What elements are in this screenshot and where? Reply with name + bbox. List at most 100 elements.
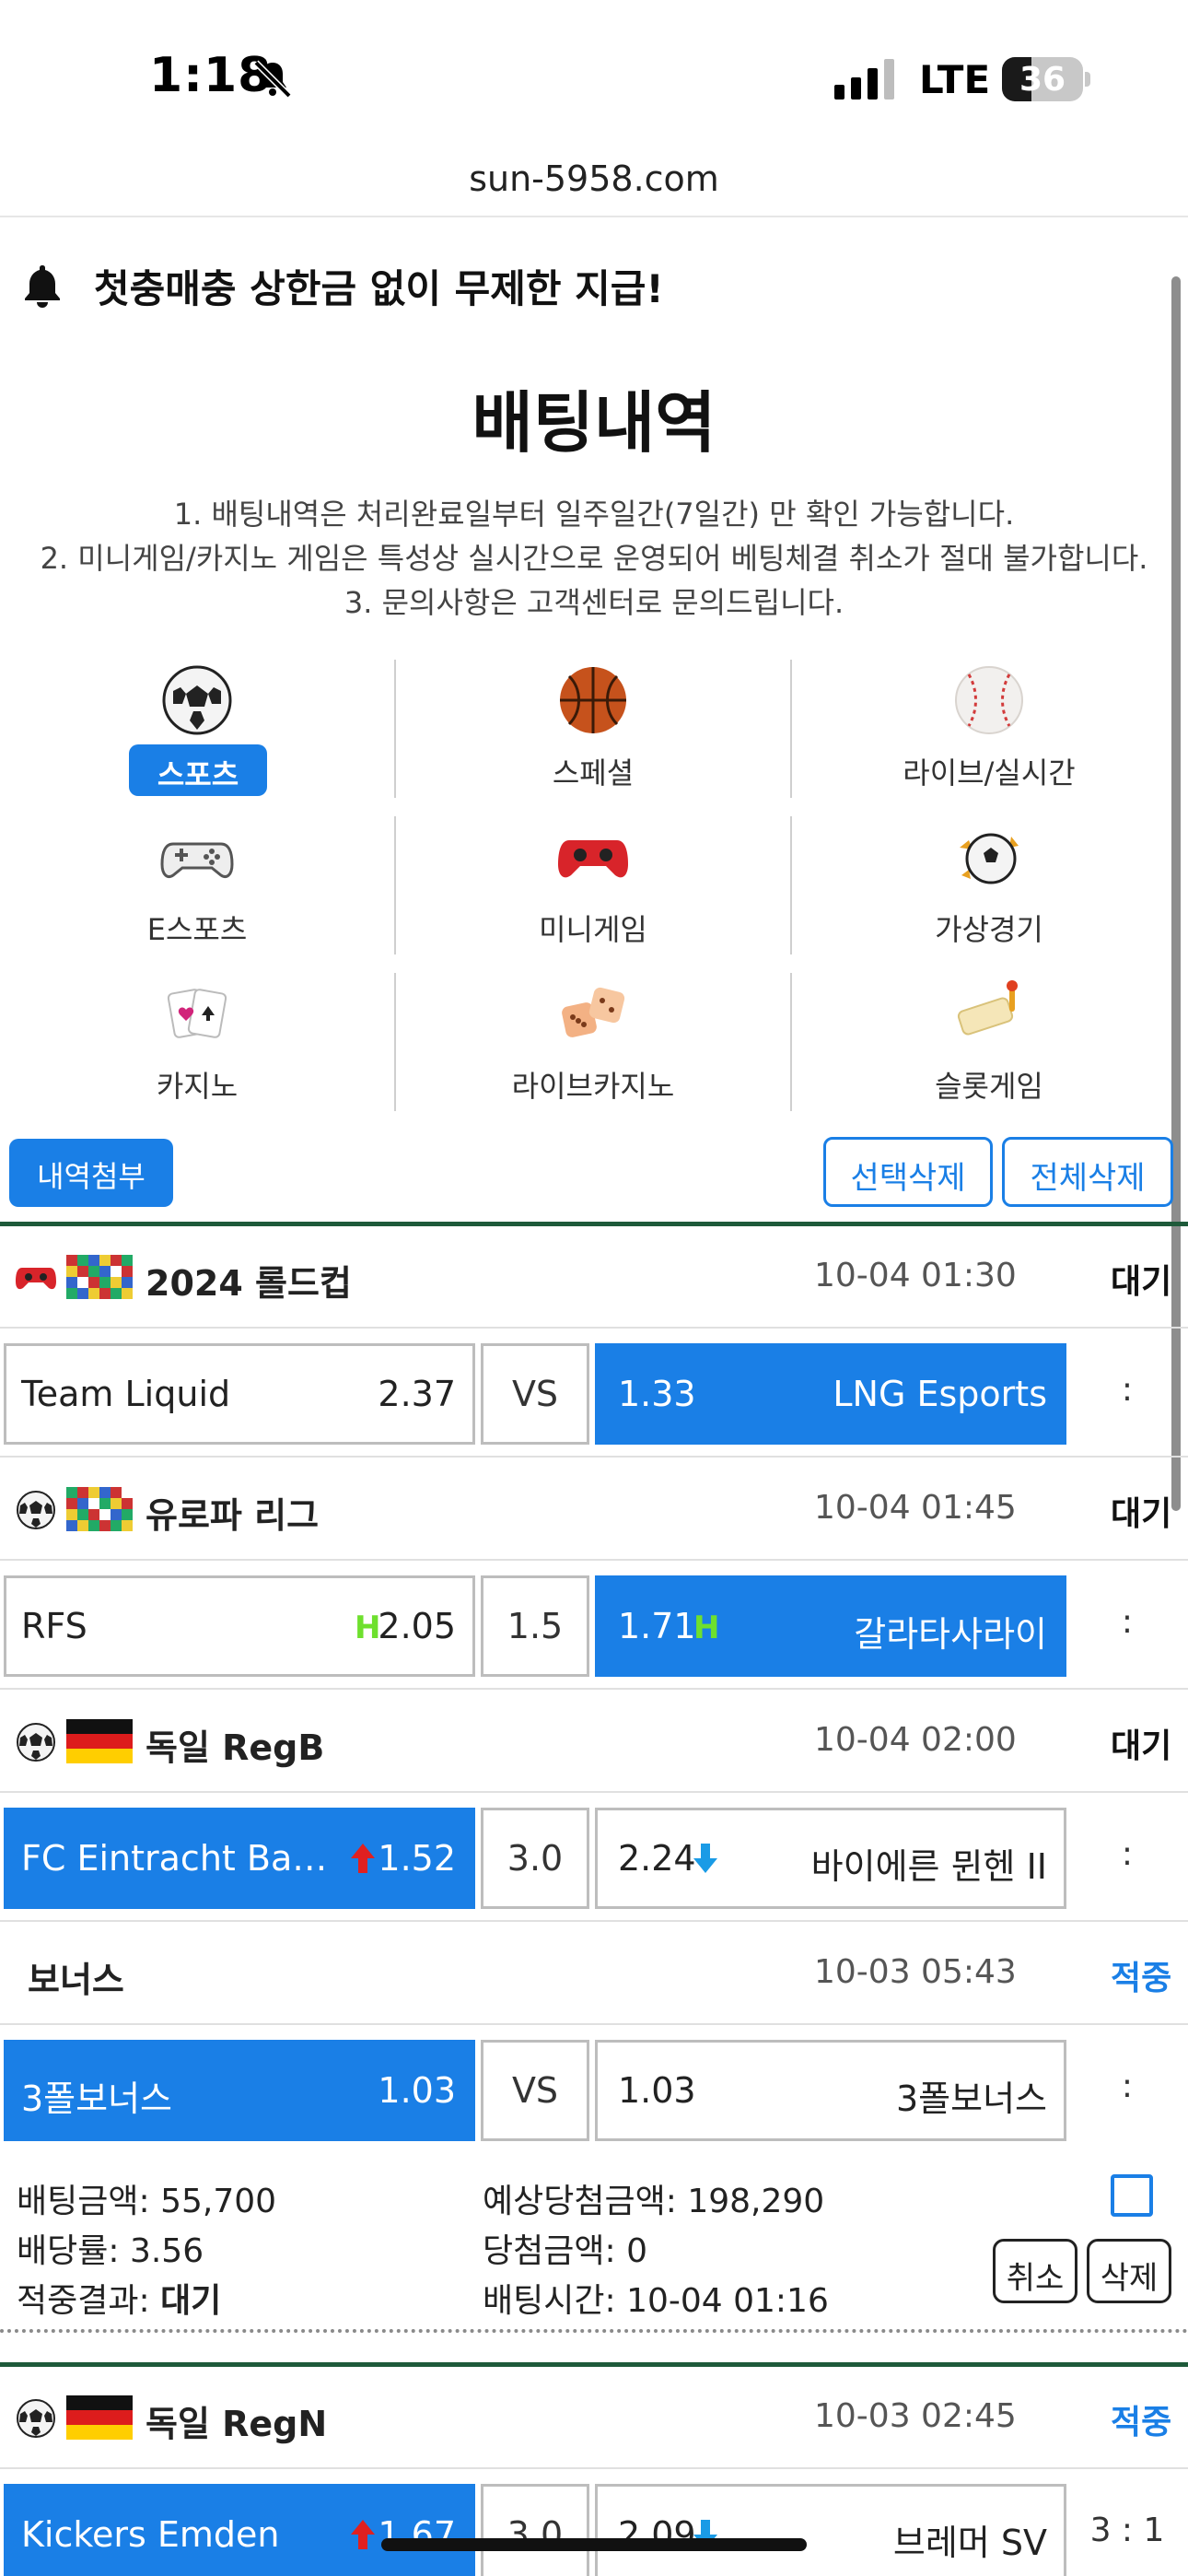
middle-option[interactable]: 3.0 [481,2484,589,2576]
handicap-line[interactable]: 1.5 [481,1575,589,1677]
category-label: 스포츠 [129,744,267,796]
rules-list: 1. 배팅내역은 처리완료일부터 일주일간(7일간) 만 확인 가능합니다. 2… [0,492,1188,625]
category-label: 라이브카지노 [511,1069,675,1104]
league-name: 독일 RegN [146,2404,328,2444]
delete-all-button[interactable]: 전체삭제 [1002,1137,1173,1207]
category-virtual[interactable]: 가상경기 [792,811,1186,958]
middle-option[interactable]: VS [481,1343,589,1445]
home-team-option[interactable]: Kickers Emden 1.67 [4,2484,475,2576]
category-live-casino[interactable]: 라이브카지노 [396,967,790,1115]
match-row: 3폴보너스 1.03 VS 1.03 3폴보너스 : [0,2025,1188,2154]
league-name: 독일 RegB [146,1727,325,1768]
odds-total: 배당률: 3.56 [17,2232,204,2270]
network-type: LTE [919,57,991,102]
basketball-icon [560,667,626,733]
bet-divider [0,1222,1188,1226]
soccer-ball-icon [162,665,232,735]
silent-bell-icon [253,60,292,99]
category-label: 미니게임 [539,912,647,947]
cancel-button[interactable]: 취소 [993,2239,1077,2303]
away-odds: 1.03 [618,2070,696,2111]
virtual-soccer-icon [960,833,1019,884]
status-badge: 적중 [1111,2404,1172,2441]
category-sports[interactable]: 스포츠 [0,654,394,802]
away-team-option[interactable]: 1.71 H 갈라타사라이 [595,1575,1066,1677]
away-odds: 1.71 [618,1606,696,1646]
hit-result: 적중결과: 대기 [17,2282,222,2320]
middle-option[interactable]: 3.0 [481,1808,589,1909]
away-team-option[interactable]: 1.03 3폴보너스 [595,2040,1066,2141]
home-team-option[interactable]: FC Eintracht Bamberg 1.52 [4,1808,475,1909]
win-amount: 당첨금액: 0 [483,2232,647,2270]
score: : [1121,1603,1134,1641]
home-team-name: 3폴보너스 [21,2078,173,2119]
home-team-name: FC Eintracht Bamberg [21,1838,331,1879]
soccer-ball-icon [17,1491,55,1529]
category-label: E스포츠 [146,912,248,947]
match-time: 10-04 02:00 [814,1721,1017,1759]
rule-item: 2. 미니게임/카지노 게임은 특성상 실시간으로 운영되어 베팅체결 취소가 … [40,541,1148,576]
category-esports[interactable]: E스포츠 [0,811,394,958]
signal-icon [834,59,894,100]
league-row: 보너스 10-03 05:43 적중 [0,1924,1188,2025]
away-team-option[interactable]: 1.33 LNG Esports [595,1343,1066,1445]
home-indicator[interactable] [381,2538,807,2551]
notice-text: 첫충매충 상한금 없이 무제한 지급! [94,265,664,311]
home-team-name: Team Liquid [21,1374,231,1414]
category-special[interactable]: 스페셜 [396,654,790,802]
gamepad-icon [16,1268,56,1290]
notice-banner: 첫충매충 상한금 없이 무제한 지급! [18,258,664,313]
category-casino[interactable]: 카지노 [0,967,394,1115]
status-badge: 적중 [1111,1960,1172,1997]
home-odds: 2.05 [378,1606,456,1646]
attach-history-button[interactable]: 내역첨부 [9,1139,173,1207]
away-team-option[interactable]: 2.24 바이에른 뮌헨 II [595,1808,1066,1909]
away-odds: 1.33 [618,1374,696,1414]
battery-icon: 36 [1002,57,1090,101]
home-team-option[interactable]: RFS H 2.05 [4,1575,475,1677]
home-team-name: RFS [21,1606,87,1646]
category-label: 라이브/실시간 [903,755,1076,790]
home-team-option[interactable]: Team Liquid 2.37 [4,1343,475,1445]
status-bar: 1:18 LTE 36 [0,0,1188,147]
delete-button[interactable]: 삭제 [1087,2239,1171,2303]
league-name: 보너스 [28,1960,124,2000]
away-team-name: 갈라타사라이 [854,1614,1047,1655]
world-flags-icon [66,1487,133,1531]
away-team-option[interactable]: 2.09 브레머 SV [595,2484,1066,2576]
match-row: FC Eintracht Bamberg 1.52 3.0 2.24 바이에른 … [0,1793,1188,1922]
away-team-name: 브레머 SV [892,2523,1047,2563]
middle-option[interactable]: VS [481,2040,589,2141]
bet-amount: 배팅금액: 55,700 [17,2183,277,2220]
match-row: RFS H 2.05 1.5 1.71 H 갈라타사라이 : [0,1561,1188,1690]
germany-flag-icon [66,2395,133,2440]
category-label: 가상경기 [935,912,1043,947]
delete-selected-button[interactable]: 선택삭제 [823,1137,993,1207]
soccer-ball-icon [17,1723,55,1762]
expected-win: 예상당첨금액: 198,290 [483,2183,825,2220]
match-row: Team Liquid 2.37 VS 1.33 LNG Esports : [0,1329,1188,1458]
bet-summary: 배팅금액: 55,700 배당률: 3.56 적중결과: 대기 예상당첨금액: … [0,2152,1188,2333]
germany-flag-icon [66,1719,133,1763]
league-row: 독일 RegN 10-03 02:45 적중 [0,2368,1188,2469]
odds-down-arrow-icon [693,1844,717,1873]
match-time: 10-04 01:30 [814,1257,1017,1294]
category-slot[interactable]: 슬롯게임 [792,967,1186,1115]
category-live[interactable]: 라이브/실시간 [792,654,1186,802]
status-badge: 대기 [1111,1727,1172,1765]
status-badge: 대기 [1111,1495,1172,1533]
dice-icon [562,987,625,1037]
handicap-badge: H [693,1610,720,1646]
score: : [1121,1835,1134,1873]
baseball-icon [955,666,1023,734]
category-minigame[interactable]: 미니게임 [396,811,790,958]
match-time: 10-03 05:43 [814,1953,1017,1991]
home-odds: 1.03 [378,2070,456,2111]
select-checkbox[interactable] [1111,2174,1153,2217]
url-bar[interactable]: sun-5958.com [0,147,1188,217]
score: : [1121,2067,1134,2105]
home-team-option[interactable]: 3폴보너스 1.03 [4,2040,475,2141]
away-odds: 2.24 [618,1838,696,1879]
rule-item: 1. 배팅내역은 처리완료일부터 일주일간(7일간) 만 확인 가능합니다. [173,497,1015,532]
home-team-name: Kickers Emden [21,2514,280,2555]
